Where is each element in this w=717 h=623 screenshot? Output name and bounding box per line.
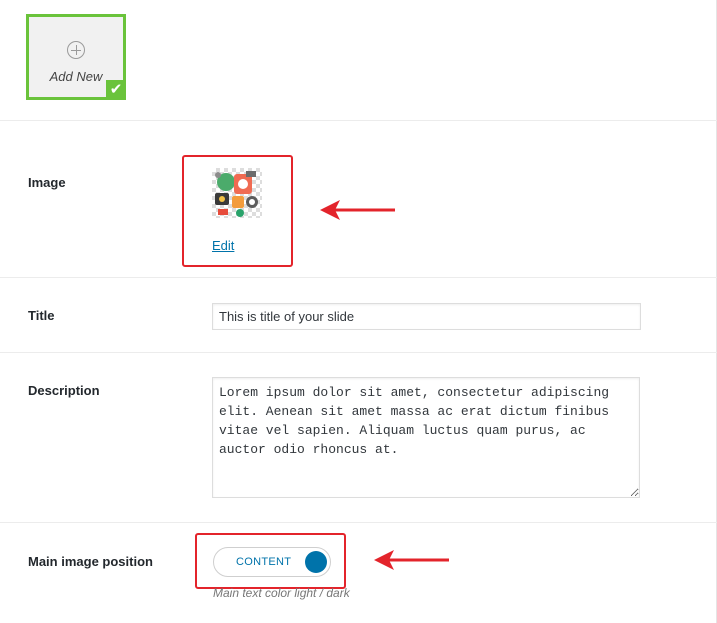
toggle-knob bbox=[305, 551, 327, 573]
title-input[interactable] bbox=[212, 303, 641, 330]
add-new-slide-tile[interactable]: Add New ✔ bbox=[26, 14, 126, 100]
description-row-label: Description bbox=[28, 383, 100, 398]
image-position-toggle[interactable]: CONTENT bbox=[213, 547, 331, 577]
toggle-help-text: Main text color light / dark bbox=[213, 586, 350, 600]
divider bbox=[0, 120, 717, 121]
left-arrow-icon bbox=[374, 550, 449, 570]
position-row-label: Main image position bbox=[28, 554, 153, 569]
title-row-label: Title bbox=[28, 308, 55, 323]
divider bbox=[0, 522, 717, 523]
collage-icon bbox=[215, 171, 258, 217]
edit-image-link[interactable]: Edit bbox=[212, 238, 234, 253]
plus-circle-icon bbox=[67, 41, 85, 59]
slide-image-thumbnail[interactable] bbox=[212, 168, 262, 218]
description-textarea[interactable]: Lorem ipsum dolor sit amet, consectetur … bbox=[212, 377, 640, 498]
left-arrow-icon bbox=[320, 200, 395, 220]
divider bbox=[0, 277, 717, 278]
toggle-label: CONTENT bbox=[236, 556, 292, 568]
checkmark-icon: ✔ bbox=[106, 80, 126, 100]
image-row-label: Image bbox=[28, 175, 66, 190]
divider bbox=[0, 352, 717, 353]
